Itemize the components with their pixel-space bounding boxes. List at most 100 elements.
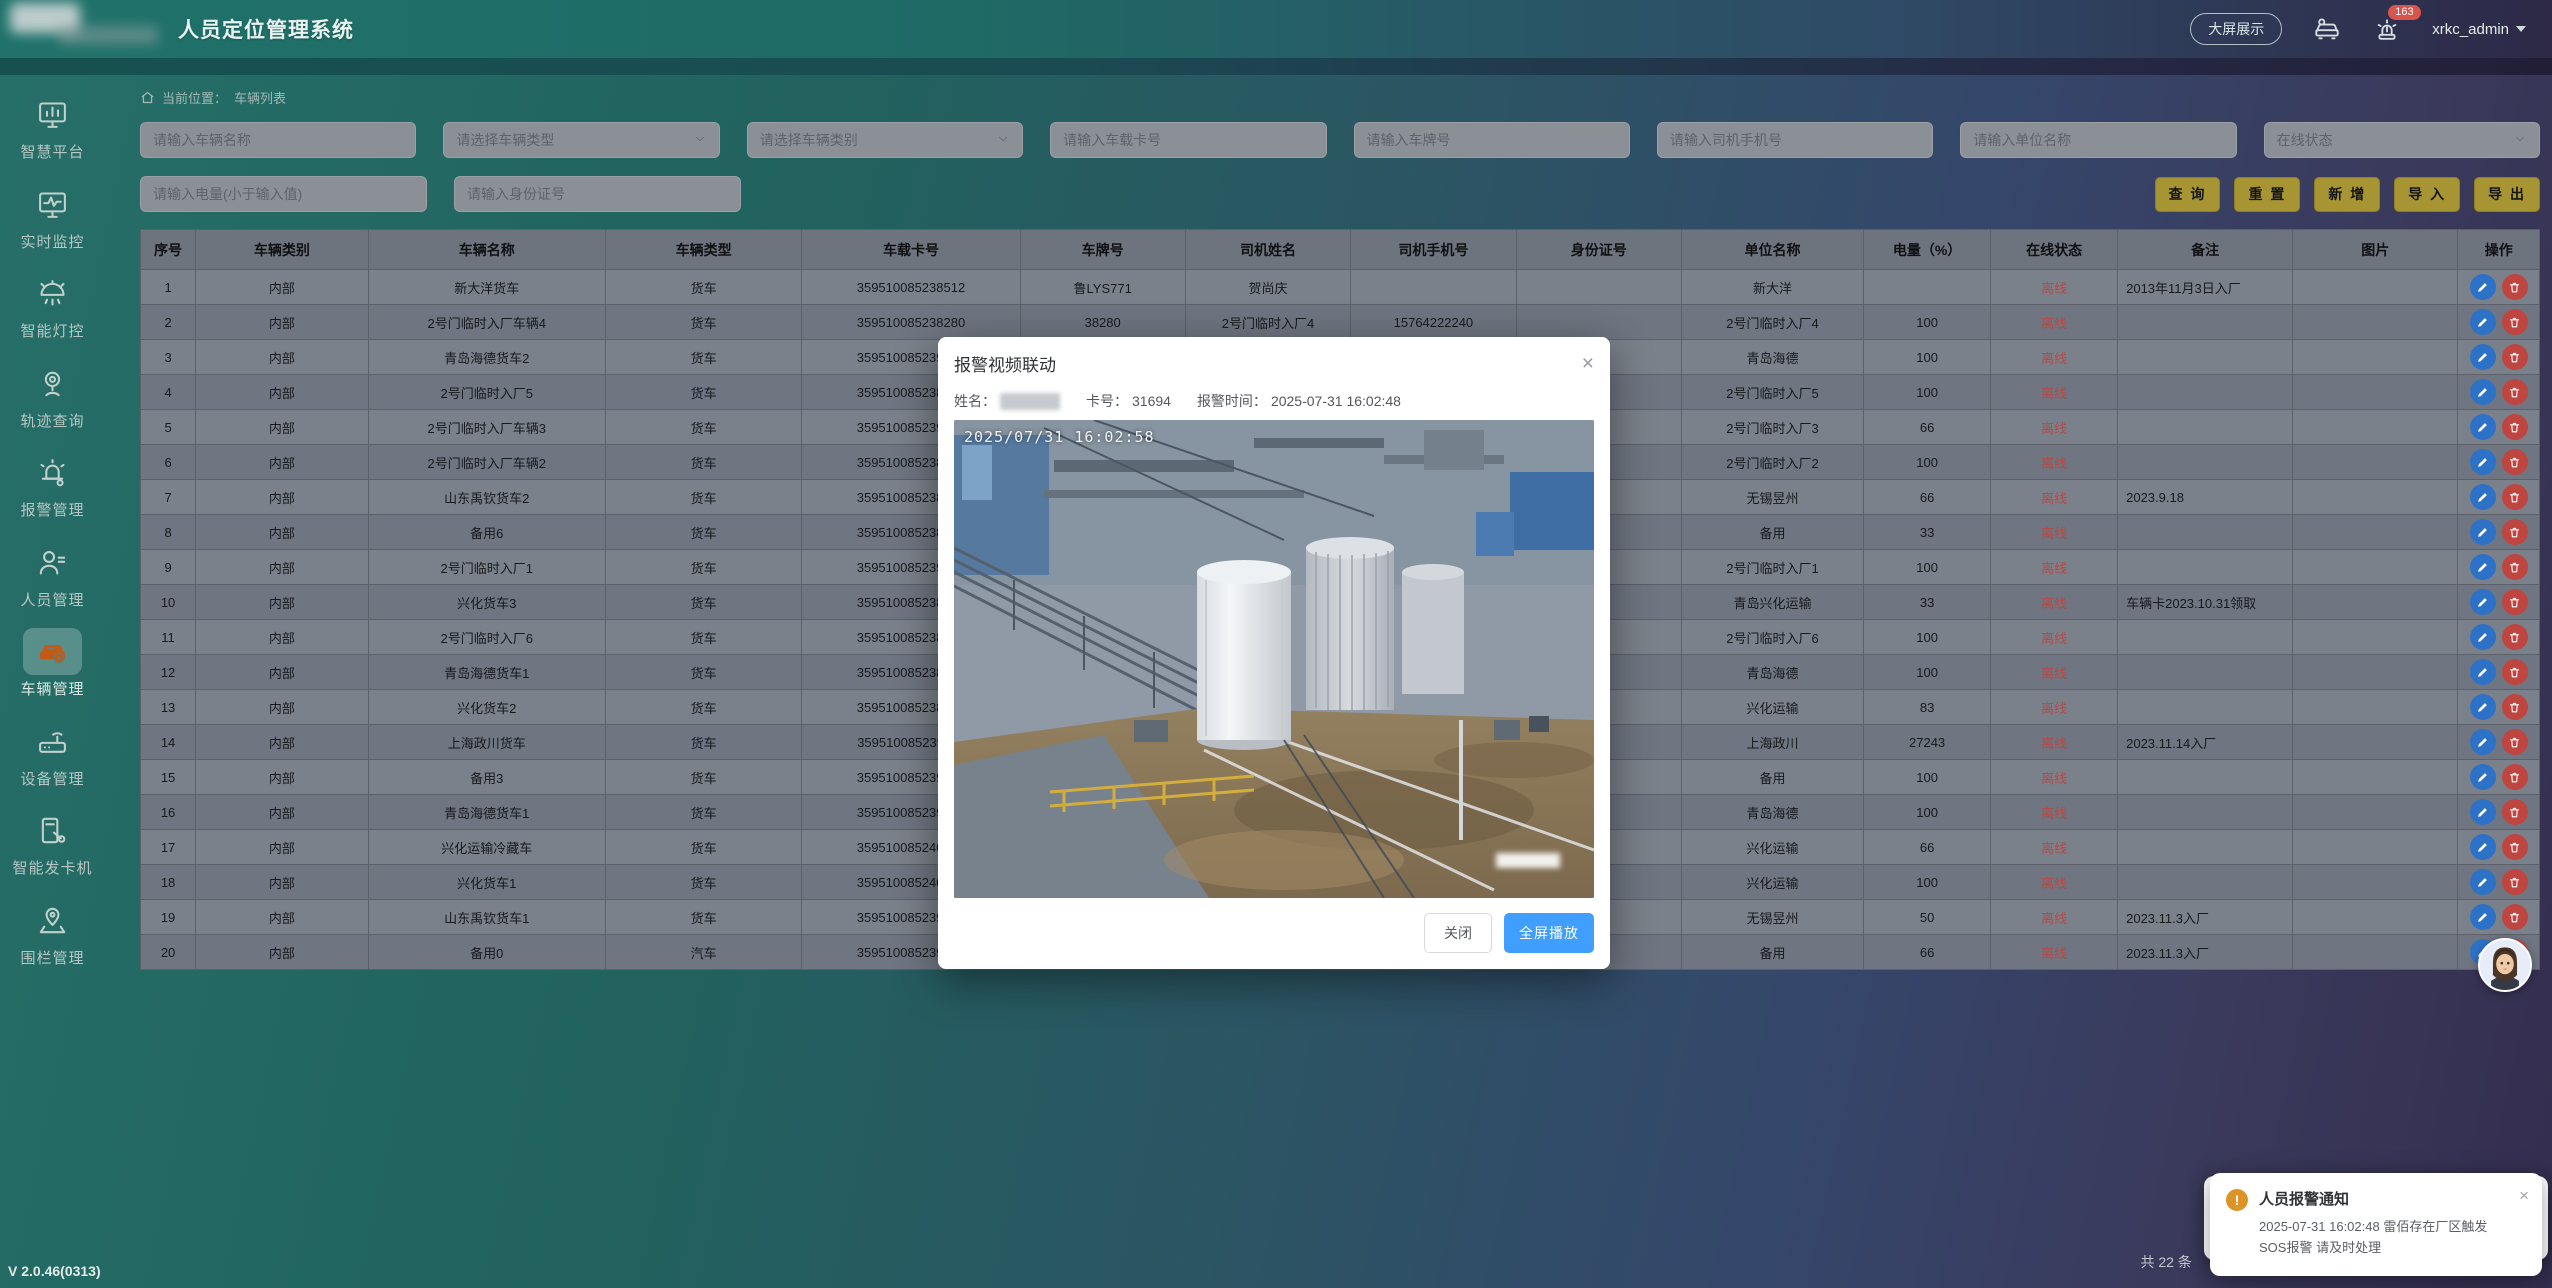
edit-button[interactable]: [2470, 799, 2496, 825]
edit-button[interactable]: [2470, 554, 2496, 580]
remark-cell: [2118, 340, 2293, 375]
sidebar-item-vehicle-manage[interactable]: 车辆管理: [0, 628, 105, 699]
id-card-input[interactable]: [454, 176, 741, 212]
vehicle-name-input[interactable]: [140, 122, 416, 158]
sidebar-item-device-manage[interactable]: 设备管理: [0, 718, 105, 789]
table-cell: 青岛兴化运输: [1681, 585, 1863, 620]
edit-button[interactable]: [2470, 484, 2496, 510]
fullscreen-play-button[interactable]: 全屏播放: [1504, 913, 1594, 953]
sidebar-item-track-query[interactable]: 轨迹查询: [0, 360, 105, 431]
delete-button[interactable]: [2502, 694, 2528, 720]
delete-button[interactable]: [2502, 624, 2528, 650]
delete-button[interactable]: [2502, 869, 2528, 895]
table-cell: 货车: [605, 410, 802, 445]
big-screen-button[interactable]: 大屏展示: [2190, 13, 2282, 45]
reset-button[interactable]: 重 置: [2234, 177, 2300, 212]
search-button[interactable]: 查 询: [2155, 177, 2221, 212]
table-cell: 5: [141, 410, 196, 445]
status-badge: 离线: [1991, 340, 2118, 375]
edit-button[interactable]: [2470, 449, 2496, 475]
modal-close-icon[interactable]: ×: [1582, 353, 1594, 374]
cctv-video-frame[interactable]: 2025/07/31 16:02:58: [954, 420, 1594, 898]
sidebar-item-smart-platform[interactable]: 智慧平台: [0, 91, 105, 162]
delete-button[interactable]: [2502, 659, 2528, 685]
delete-button[interactable]: [2502, 834, 2528, 860]
edit-button[interactable]: [2470, 694, 2496, 720]
sidebar-item-label: 车辆管理: [20, 682, 84, 699]
table-cell: 内部: [196, 620, 369, 655]
plate-no-input[interactable]: [1354, 122, 1630, 158]
table-cell: 内部: [196, 830, 369, 865]
delete-button[interactable]: [2502, 344, 2528, 370]
remark-cell: [2118, 795, 2293, 830]
sidebar-item-card-machine[interactable]: 智能发卡机: [0, 807, 105, 878]
edit-button[interactable]: [2470, 379, 2496, 405]
edit-button[interactable]: [2470, 624, 2496, 650]
status-badge: 离线: [1991, 900, 2118, 935]
table-cell: 3: [141, 340, 196, 375]
table-cell: 备用: [1681, 760, 1863, 795]
sidebar-item-realtime-monitor[interactable]: 实时监控: [0, 181, 105, 252]
sidebar-item-alarm-manage[interactable]: 报警管理: [0, 449, 105, 520]
delete-button[interactable]: [2502, 799, 2528, 825]
table-cell: 内部: [196, 340, 369, 375]
name-label: 姓名：: [954, 391, 996, 411]
remark-cell: [2118, 830, 2293, 865]
edit-button[interactable]: [2470, 589, 2496, 615]
toast-close-icon[interactable]: ×: [2519, 1186, 2529, 1206]
delete-button[interactable]: [2502, 484, 2528, 510]
delete-button[interactable]: [2502, 729, 2528, 755]
edit-button[interactable]: [2470, 519, 2496, 545]
table-cell: 2号门临时入厂4: [1681, 305, 1863, 340]
table-cell: 内部: [196, 865, 369, 900]
delete-button[interactable]: [2502, 764, 2528, 790]
export-button[interactable]: 导 出: [2474, 177, 2540, 212]
driver-phone-input[interactable]: [1657, 122, 1933, 158]
delete-button[interactable]: [2502, 589, 2528, 615]
card-no-input[interactable]: [1050, 122, 1326, 158]
webcam-icon: [23, 360, 82, 407]
assistant-avatar[interactable]: [2478, 938, 2532, 992]
edit-button[interactable]: [2470, 309, 2496, 335]
edit-button[interactable]: [2470, 869, 2496, 895]
chevron-down-icon: [2516, 26, 2526, 32]
picture-cell: [2293, 445, 2458, 480]
vehicle-class-select[interactable]: 请选择车辆类别: [747, 122, 1023, 158]
sidebar-item-smart-light[interactable]: 智能灯控: [0, 270, 105, 341]
vehicle-type-select[interactable]: 请选择车辆类型: [443, 122, 719, 158]
card-value: 31694: [1132, 393, 1171, 409]
online-state-select[interactable]: 在线状态: [2264, 122, 2540, 158]
delete-button[interactable]: [2502, 414, 2528, 440]
trash-icon: [2508, 876, 2521, 889]
add-button[interactable]: 新 增: [2314, 177, 2380, 212]
edit-button[interactable]: [2470, 834, 2496, 860]
sidebar-item-fence-manage[interactable]: 围栏管理: [0, 897, 105, 968]
user-menu[interactable]: xrkc_admin: [2432, 21, 2526, 38]
edit-button[interactable]: [2470, 659, 2496, 685]
vehicle-header-icon[interactable]: [2312, 14, 2342, 44]
alarm-header-icon[interactable]: 163: [2372, 14, 2402, 44]
trash-icon: [2508, 771, 2521, 784]
edit-button[interactable]: [2470, 729, 2496, 755]
delete-button[interactable]: [2502, 519, 2528, 545]
import-button[interactable]: 导 入: [2394, 177, 2460, 212]
org-name-input[interactable]: [1960, 122, 2236, 158]
edit-button[interactable]: [2470, 344, 2496, 370]
delete-button[interactable]: [2502, 379, 2528, 405]
delete-button[interactable]: [2502, 554, 2528, 580]
modal-close-button[interactable]: 关闭: [1424, 913, 1492, 953]
delete-button[interactable]: [2502, 449, 2528, 475]
battery-less-input[interactable]: [140, 176, 427, 212]
edit-button[interactable]: [2470, 274, 2496, 300]
delete-button[interactable]: [2502, 274, 2528, 300]
delete-button[interactable]: [2502, 309, 2528, 335]
sidebar-item-label: 设备管理: [20, 772, 84, 789]
actions-cell: [2458, 480, 2540, 515]
picture-cell: [2293, 830, 2458, 865]
edit-button[interactable]: [2470, 414, 2496, 440]
edit-button[interactable]: [2470, 904, 2496, 930]
car-gear-icon: [23, 628, 82, 675]
sidebar-item-person-manage[interactable]: 人员管理: [0, 539, 105, 610]
edit-button[interactable]: [2470, 764, 2496, 790]
delete-button[interactable]: [2502, 904, 2528, 930]
